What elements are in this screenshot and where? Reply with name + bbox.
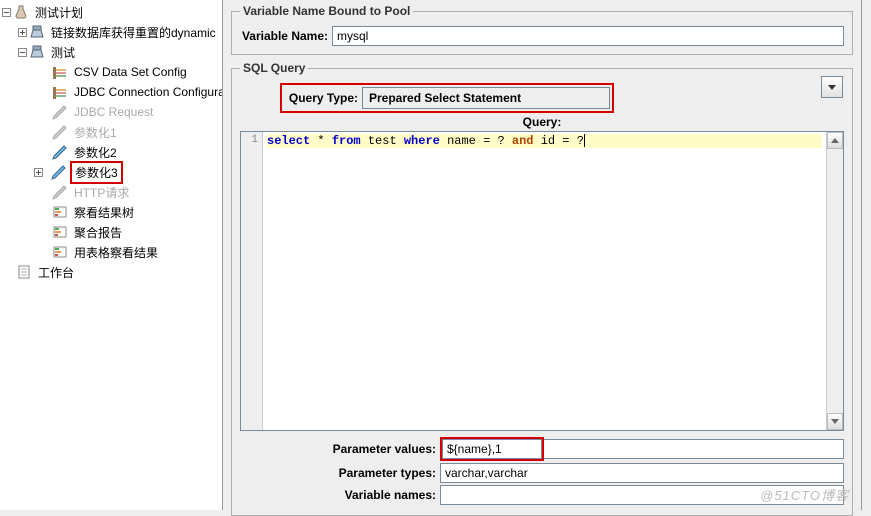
fieldset-sqlquery: SQL Query Query Type: Prepared Select St… <box>231 61 853 516</box>
tree-label: 参数化1 <box>71 123 120 142</box>
tree-param3[interactable]: 参数化3 <box>0 162 222 182</box>
config-panel: Variable Name Bound to Pool Variable Nam… <box>223 0 861 510</box>
querytype-label: Query Type: <box>284 91 362 105</box>
scroll-up-icon[interactable] <box>827 132 843 149</box>
paramtypes-input[interactable] <box>440 463 844 483</box>
paramvalues-label: Parameter values: <box>240 442 440 456</box>
tree-label: CSV Data Set Config <box>71 64 190 80</box>
editor-scrollbar[interactable] <box>826 132 843 430</box>
config-icon <box>52 84 68 100</box>
tree-table-results[interactable]: 用表格察看结果 <box>0 242 222 262</box>
sampler-icon <box>51 164 67 180</box>
tree-workbench[interactable]: 工作台 <box>0 262 222 282</box>
tree-label: 测试计划 <box>32 3 86 22</box>
tree-label: HTTP请求 <box>71 183 132 202</box>
tree-label: 链接数据库获得重置的dynamic <box>48 23 219 42</box>
listener-icon <box>52 204 68 220</box>
flask-icon <box>13 4 29 20</box>
tree-http-request[interactable]: HTTP请求 <box>0 182 222 202</box>
tree-label: 测试 <box>48 43 78 62</box>
listener-icon <box>52 244 68 260</box>
tree-jdbc-request[interactable]: JDBC Request <box>0 102 222 122</box>
tree-label: 用表格察看结果 <box>71 243 161 262</box>
tree-aggregate-report[interactable]: 聚合报告 <box>0 222 222 242</box>
varname-label: Variable Name: <box>240 29 332 43</box>
toggle-icon[interactable] <box>34 168 43 177</box>
tree-csv-config[interactable]: CSV Data Set Config <box>0 62 222 82</box>
sampler-icon <box>52 124 68 140</box>
varnames-label: Variable names: <box>240 488 440 502</box>
tree-threadgroup-2[interactable]: 测试 <box>0 42 222 62</box>
tree-label: 工作台 <box>35 263 77 282</box>
tree-label: 聚合报告 <box>71 223 125 242</box>
tree-param2[interactable]: 参数化2 <box>0 142 222 162</box>
tree-param1[interactable]: 参数化1 <box>0 122 222 142</box>
sampler-icon <box>52 104 68 120</box>
tree-jdbc-config[interactable]: JDBC Connection Configurat <box>0 82 222 102</box>
varname-input[interactable] <box>332 26 844 46</box>
tree-threadgroup-1[interactable]: 链接数据库获得重置的dynamic <box>0 22 222 42</box>
config-icon <box>52 64 68 80</box>
tree-root[interactable]: 测试计划 <box>0 2 222 22</box>
query-label: Query: <box>240 115 844 129</box>
querytype-value: Prepared Select Statement <box>362 87 610 109</box>
toggle-icon[interactable] <box>2 8 11 17</box>
sql-editor[interactable]: 1 select * from test where name = ? and … <box>240 131 844 431</box>
threadgroup-icon <box>29 44 45 60</box>
querytype-dropdown[interactable]: Prepared Select Statement <box>362 87 610 109</box>
editor-content[interactable]: select * from test where name = ? and id… <box>263 132 826 430</box>
tree-label: JDBC Connection Configurat <box>71 84 223 100</box>
dropdown-button[interactable] <box>821 76 843 98</box>
tree-label: 参数化3 <box>70 161 123 184</box>
workbench-icon <box>16 264 32 280</box>
scroll-down-icon[interactable] <box>827 413 843 430</box>
sampler-icon <box>52 184 68 200</box>
threadgroup-icon <box>29 24 45 40</box>
listener-icon <box>52 224 68 240</box>
toggle-icon[interactable] <box>18 28 27 37</box>
tree-panel: 测试计划 链接数据库获得重置的dynamic 测试 CSV Data Set C… <box>0 0 223 510</box>
toggle-icon[interactable] <box>18 48 27 57</box>
fieldset-legend: SQL Query <box>240 61 308 75</box>
paramvalues-input-ext[interactable] <box>544 439 844 459</box>
sampler-icon <box>52 144 68 160</box>
fieldset-varname: Variable Name Bound to Pool Variable Nam… <box>231 4 853 55</box>
fieldset-legend: Variable Name Bound to Pool <box>240 4 413 18</box>
paramtypes-label: Parameter types: <box>240 466 440 480</box>
paramvalues-input[interactable] <box>442 439 542 459</box>
editor-gutter: 1 <box>241 132 263 430</box>
tree-label: JDBC Request <box>71 104 156 120</box>
tree-label: 参数化2 <box>71 143 120 162</box>
tree-label: 察看结果树 <box>71 203 137 222</box>
text-cursor <box>584 134 585 147</box>
tree-results-tree[interactable]: 察看结果树 <box>0 202 222 222</box>
watermark: @51CTO博客 <box>760 485 849 504</box>
